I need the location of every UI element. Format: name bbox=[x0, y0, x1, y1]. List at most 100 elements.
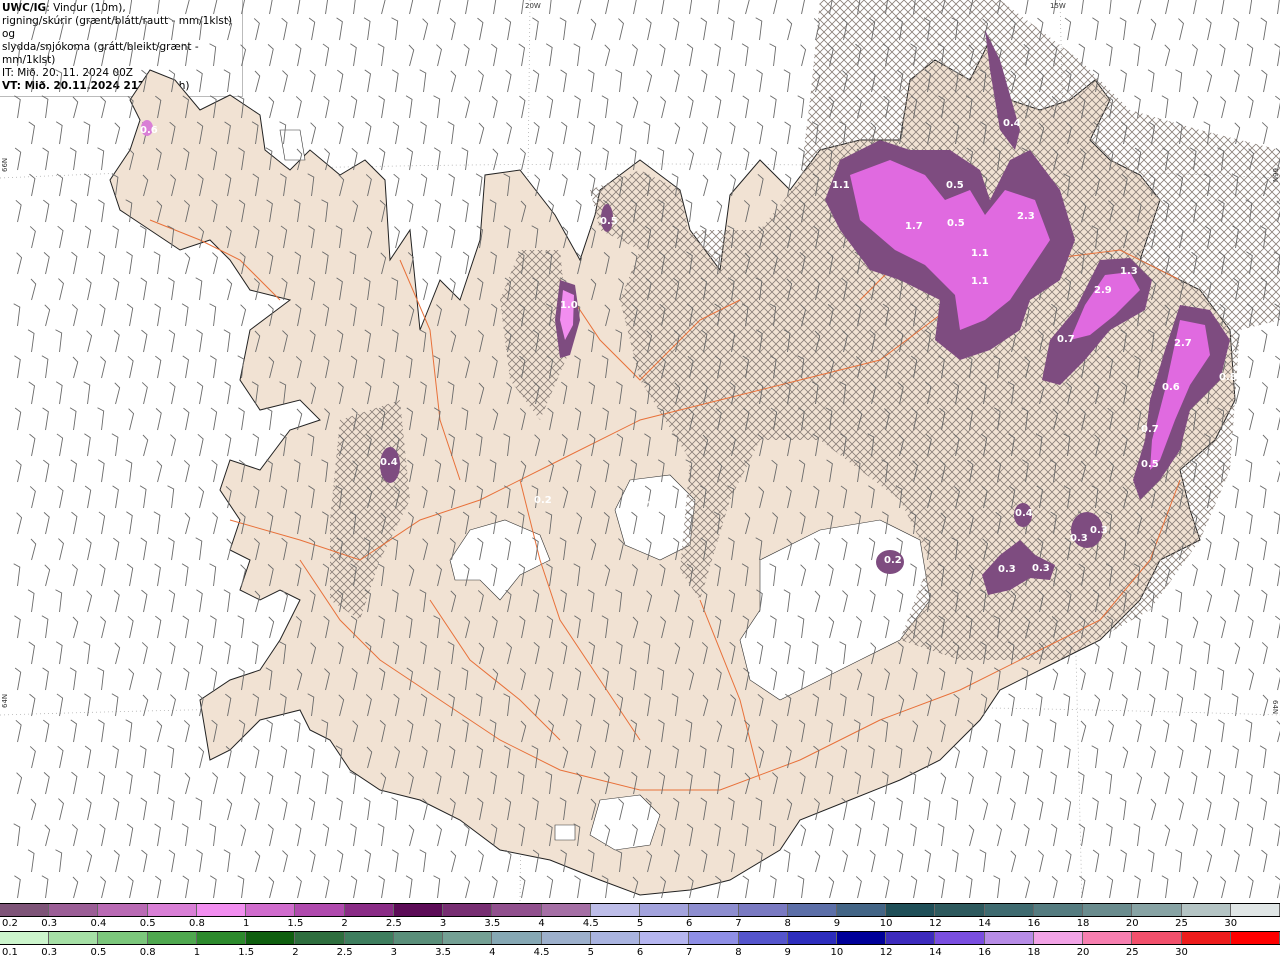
wind-barb bbox=[996, 824, 1002, 847]
wind-barb bbox=[336, 17, 343, 41]
wind-barb bbox=[1079, 875, 1086, 899]
wind-barb bbox=[1135, 719, 1142, 743]
wind-barb bbox=[518, 43, 525, 67]
wind-barb bbox=[43, 772, 50, 795]
wind-barb bbox=[461, 147, 469, 171]
wind-barb bbox=[43, 252, 50, 275]
wind-barb bbox=[1219, 823, 1226, 847]
precip-label: 0.3 bbox=[1090, 525, 1108, 536]
wind-barb bbox=[209, 43, 217, 67]
wind-barb bbox=[717, 0, 720, 15]
wind-barb bbox=[1246, 511, 1253, 535]
scale-label: 3.5 bbox=[435, 947, 452, 958]
wind-barb bbox=[323, 875, 330, 899]
scale-cell bbox=[443, 932, 493, 944]
wind-barb bbox=[1245, 719, 1253, 743]
wind-barb bbox=[1273, 771, 1280, 795]
scale-cell bbox=[640, 932, 690, 944]
scale-label: 0.3 bbox=[41, 918, 58, 929]
wind-barb bbox=[1178, 798, 1184, 821]
wind-barb bbox=[127, 355, 134, 379]
wind-barb bbox=[940, 772, 947, 795]
wind-barb bbox=[41, 95, 49, 119]
wind-barb bbox=[1092, 797, 1099, 821]
wind-barb bbox=[1092, 17, 1099, 41]
wind-barb bbox=[71, 304, 78, 327]
wind-barb bbox=[910, 875, 918, 899]
wind-barb bbox=[99, 823, 106, 847]
wind-barb bbox=[1204, 693, 1211, 717]
wind-barb bbox=[293, 719, 301, 743]
scale-cell bbox=[935, 904, 985, 916]
wind-barb bbox=[783, 849, 791, 873]
wind-barb bbox=[574, 95, 581, 119]
wind-barb bbox=[184, 252, 191, 275]
wind-barb bbox=[282, 70, 288, 93]
wind-barb bbox=[1232, 485, 1239, 509]
wind-barb bbox=[58, 798, 64, 821]
scale-cell bbox=[295, 904, 345, 916]
wind-barb bbox=[41, 355, 49, 379]
scale-cell bbox=[1132, 904, 1182, 916]
wind-barb bbox=[1175, 589, 1183, 613]
precip-label: 0.8 bbox=[1219, 372, 1237, 383]
wind-barb bbox=[743, 147, 750, 171]
scale-cell bbox=[984, 932, 1034, 944]
wind-barb bbox=[185, 0, 190, 15]
wind-barb bbox=[1178, 18, 1184, 41]
wind-barb bbox=[741, 43, 749, 67]
wind-barb bbox=[673, 17, 680, 41]
scale-label: 6 bbox=[686, 918, 693, 929]
wind-barb bbox=[436, 824, 442, 847]
wind-barb bbox=[377, 823, 385, 847]
wind-barb bbox=[450, 70, 457, 93]
wind-barb bbox=[126, 771, 133, 795]
wind-barb bbox=[55, 589, 63, 613]
wind-barb bbox=[198, 746, 205, 769]
wind-barb bbox=[196, 69, 203, 93]
wind-barb bbox=[519, 95, 526, 119]
wind-barb bbox=[182, 355, 189, 379]
scale-label: 25 bbox=[1175, 918, 1188, 929]
wind-barb bbox=[1108, 720, 1114, 743]
wind-barb bbox=[1217, 667, 1225, 691]
scale-cell bbox=[1181, 932, 1231, 944]
wind-barb bbox=[128, 668, 135, 691]
wind-barb bbox=[924, 849, 931, 873]
scale-label: 0.4 bbox=[90, 918, 107, 929]
wind-barb bbox=[365, 121, 372, 145]
wind-barb bbox=[393, 173, 400, 197]
wind-barb bbox=[113, 277, 120, 301]
grid-label-66n-right: 66N bbox=[1271, 168, 1279, 182]
wind-barb bbox=[1121, 694, 1128, 717]
rain-scale-labels: 0.1 0.3 0.5 0.8 1 1.5 2 2.5 3 3.5 4 4.5 5 6 7 8 9 10 12 14 1… bbox=[0, 947, 1280, 958]
wind-barb bbox=[448, 173, 455, 197]
wind-barb bbox=[155, 668, 162, 691]
wind-barb bbox=[659, 43, 666, 67]
wind-barb bbox=[86, 330, 93, 353]
wind-barb bbox=[30, 798, 37, 821]
wind-barb bbox=[350, 43, 357, 67]
precip-label: 0.5 bbox=[1141, 459, 1159, 470]
scale-label: 2 bbox=[341, 918, 348, 929]
wind-barb bbox=[632, 96, 639, 119]
wind-barb bbox=[995, 771, 1002, 795]
wind-barb bbox=[493, 0, 497, 15]
wind-barb bbox=[1192, 876, 1199, 899]
wind-barb bbox=[97, 199, 105, 223]
wind-barb bbox=[814, 850, 821, 873]
scale-label: 12 bbox=[879, 947, 893, 958]
wind-barb bbox=[28, 381, 35, 405]
wind-barb bbox=[337, 122, 344, 145]
scale-cell bbox=[393, 932, 444, 944]
wind-barb bbox=[157, 0, 160, 15]
wind-barb bbox=[44, 304, 51, 327]
wind-barb bbox=[573, 43, 581, 67]
scale-cell bbox=[492, 904, 542, 916]
wind-barb bbox=[309, 69, 316, 93]
scale-cell bbox=[246, 932, 296, 944]
wind-barb bbox=[212, 252, 218, 275]
wind-barb bbox=[97, 407, 105, 431]
wind-barb bbox=[420, 121, 427, 145]
wind-barb bbox=[295, 823, 302, 847]
